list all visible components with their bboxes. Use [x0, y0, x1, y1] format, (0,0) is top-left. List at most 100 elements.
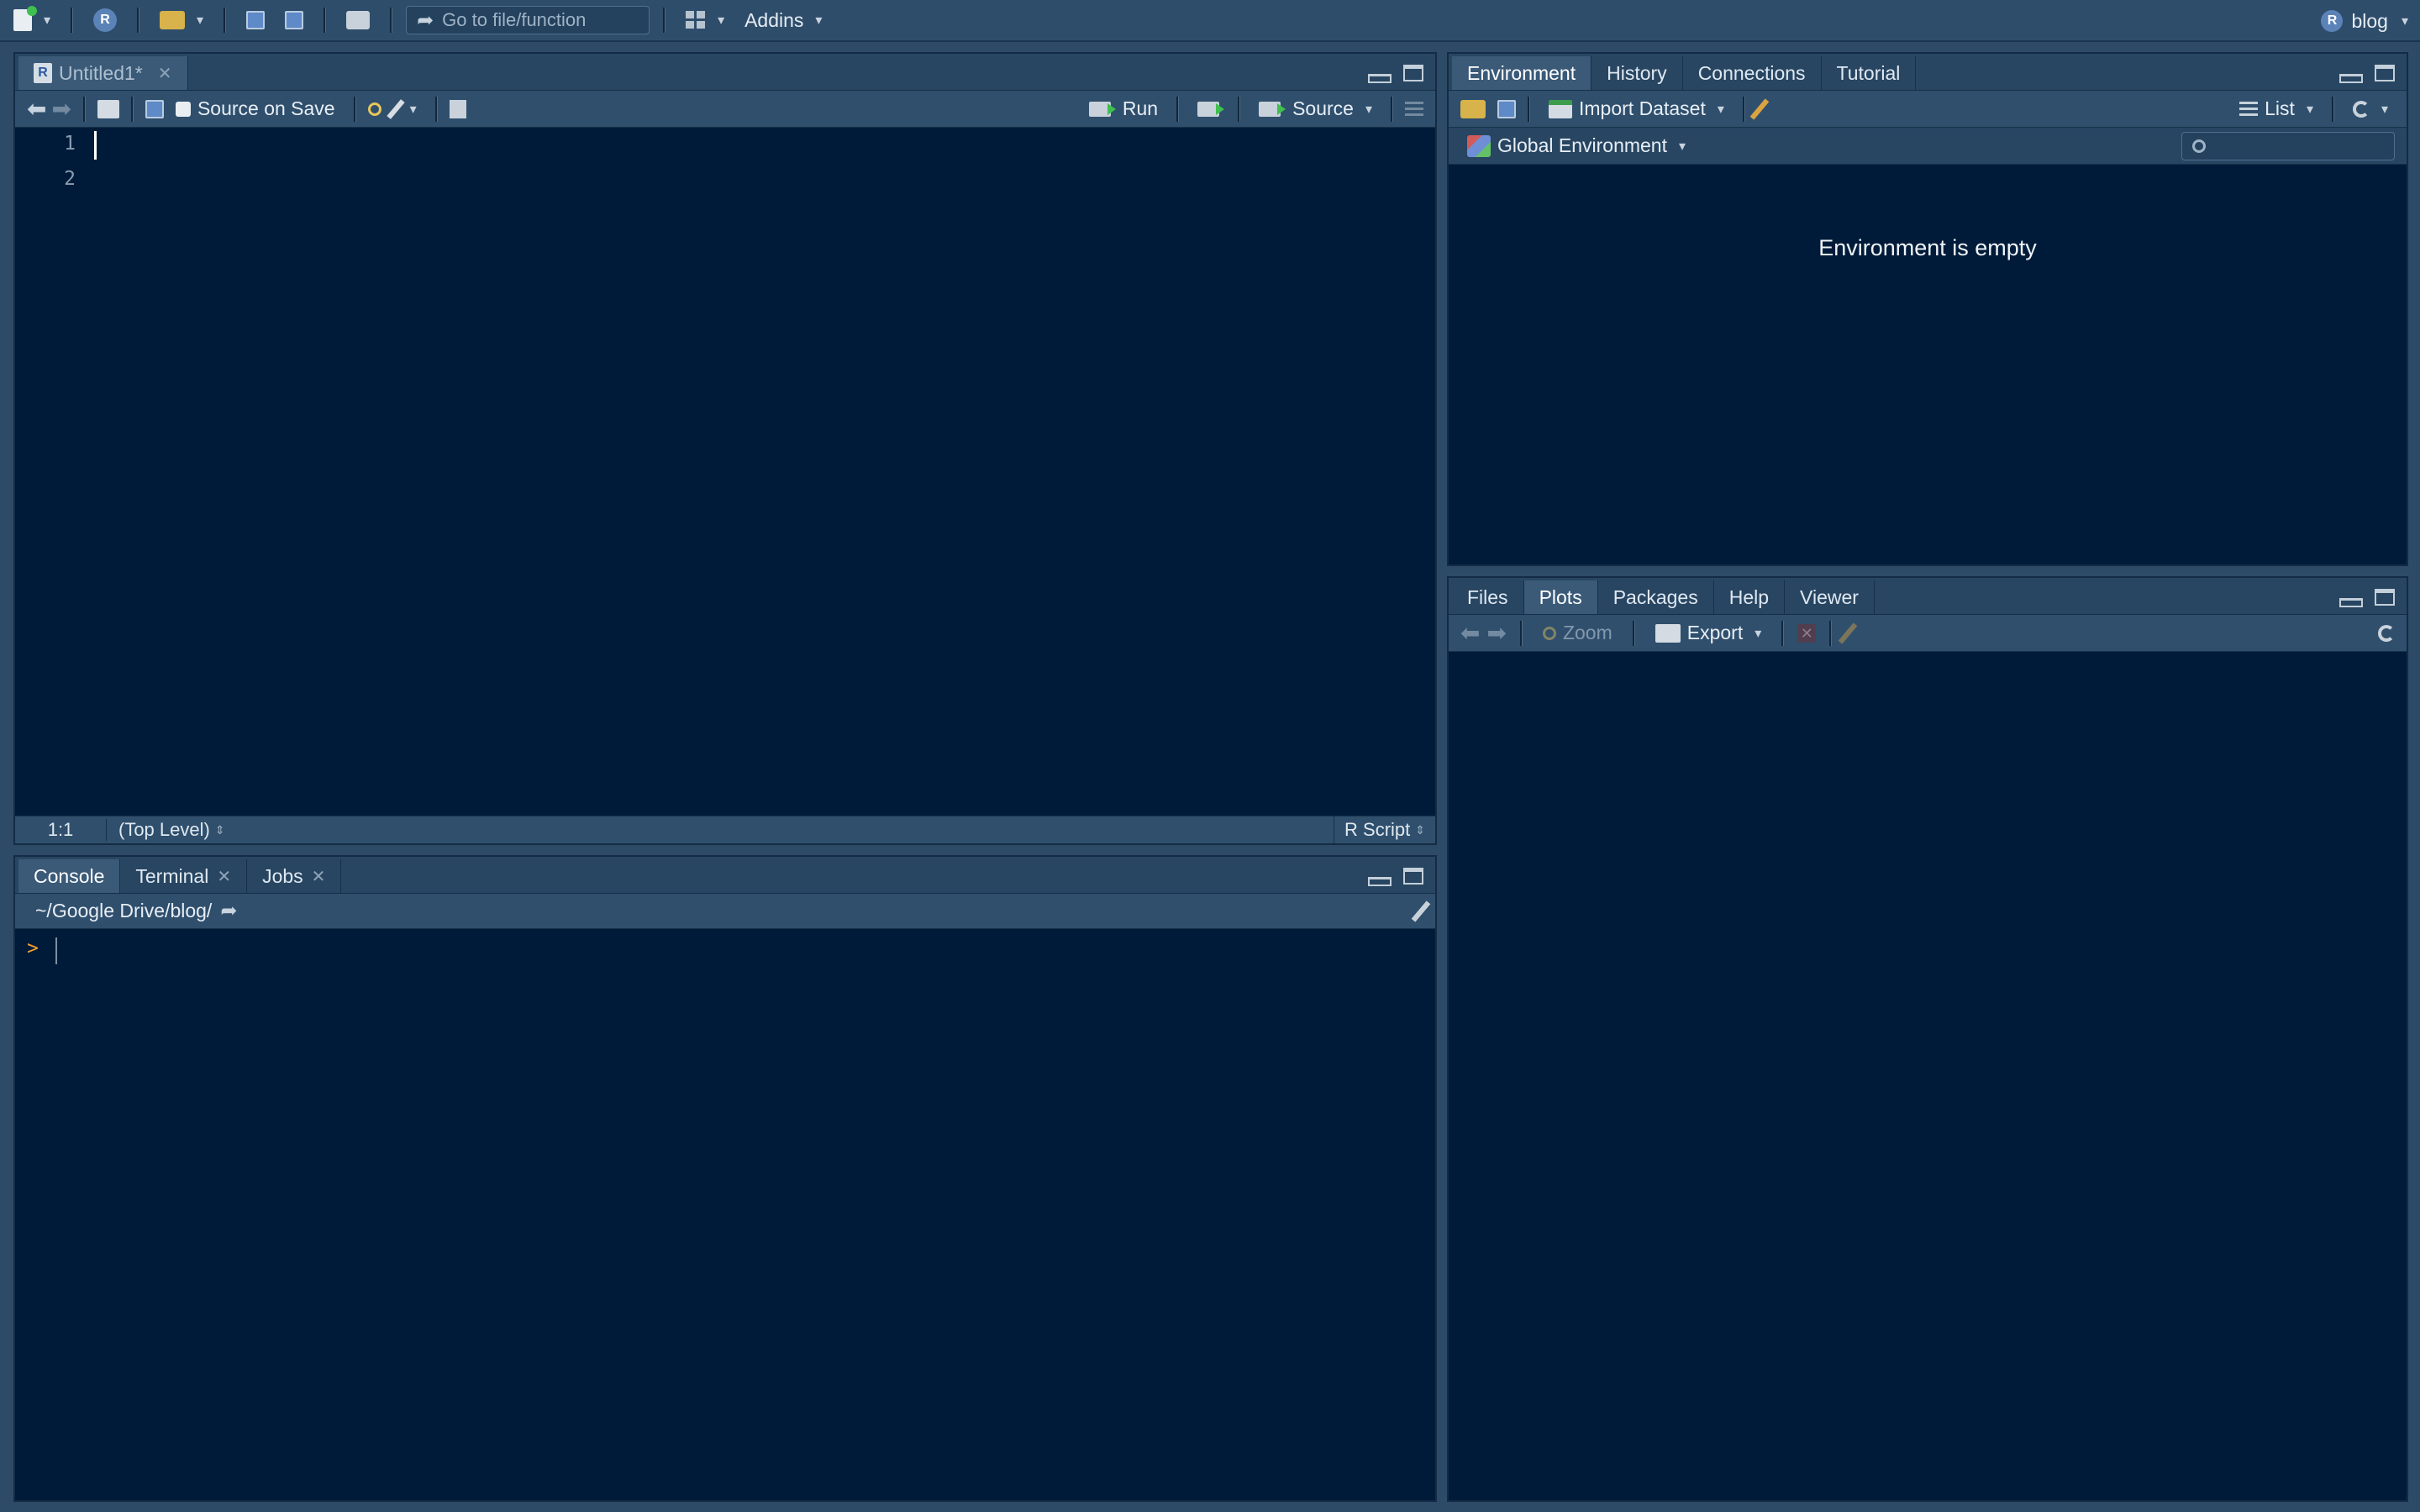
- new-project-button[interactable]: R: [87, 3, 124, 37]
- previous-plot-icon[interactable]: ⬅: [1460, 621, 1480, 645]
- console-window-controls: [1368, 865, 1423, 886]
- toolbar-divider: [130, 96, 134, 122]
- chevron-down-icon: ▾: [815, 13, 823, 28]
- tab-label: Packages: [1612, 585, 1698, 608]
- source-on-save-label: Source on Save: [197, 97, 335, 119]
- chevron-down-icon: ▾: [1717, 102, 1724, 117]
- clear-workspace-icon[interactable]: [1749, 97, 1770, 120]
- tab-label: Jobs: [262, 864, 303, 887]
- source-on-save-checkbox[interactable]: Source on Save: [169, 92, 342, 126]
- print-button[interactable]: [339, 3, 376, 37]
- magic-wand-icon: [386, 98, 405, 119]
- open-file-button[interactable]: ▾: [153, 3, 210, 37]
- source-toolbar: ⬅ ➡ Source on Save ▾ Run Source ▾: [15, 91, 1435, 128]
- console-output[interactable]: >: [15, 929, 1435, 1500]
- maximize-icon[interactable]: [2375, 64, 2395, 81]
- tab-console[interactable]: Console: [18, 859, 121, 893]
- export-button[interactable]: Export ▾: [1649, 617, 1769, 650]
- tab-history[interactable]: History: [1591, 56, 1683, 90]
- scope-selector[interactable]: (Top Level) ⇕: [107, 819, 225, 841]
- toolbar-divider: [434, 96, 438, 122]
- code-editor[interactable]: 1 2: [15, 128, 1435, 816]
- rerun-button[interactable]: [1191, 92, 1226, 126]
- refresh-env-button[interactable]: ▾: [2346, 92, 2395, 126]
- project-menu[interactable]: R blog ▾: [2321, 7, 2408, 35]
- addins-menu[interactable]: Addins ▾: [738, 3, 829, 37]
- close-icon[interactable]: ✕: [312, 866, 326, 887]
- load-workspace-icon[interactable]: [1460, 99, 1486, 118]
- run-button[interactable]: Run: [1082, 92, 1165, 126]
- close-icon[interactable]: ✕: [158, 63, 172, 84]
- clear-plots-icon[interactable]: [1838, 622, 1858, 644]
- line-number: 2: [64, 168, 76, 190]
- chevron-down-icon: ▾: [1679, 139, 1686, 154]
- environment-toolbar: Import Dataset ▾ List ▾ ▾: [1449, 91, 2407, 128]
- tab-plots[interactable]: Plots: [1523, 580, 1598, 614]
- chevron-down-icon: ▾: [1754, 626, 1762, 641]
- export-icon: [1655, 623, 1681, 643]
- go-to-directory-icon[interactable]: ➦: [220, 899, 237, 923]
- refresh-icon[interactable]: [2378, 624, 2395, 642]
- tab-label: History: [1607, 61, 1667, 84]
- save-icon[interactable]: [145, 99, 164, 118]
- view-mode-label: List: [2265, 97, 2295, 119]
- tab-packages[interactable]: Packages: [1598, 580, 1714, 614]
- text-cursor: [94, 131, 97, 160]
- remove-plot-icon[interactable]: ✕: [1797, 623, 1817, 643]
- env-search-input[interactable]: [2181, 131, 2395, 160]
- save-all-button[interactable]: [278, 3, 310, 37]
- zoom-button[interactable]: Zoom: [1536, 617, 1619, 650]
- updown-icon: ⇕: [1415, 822, 1425, 837]
- minimize-icon[interactable]: [1368, 877, 1392, 886]
- maximize-icon[interactable]: [1403, 867, 1423, 885]
- show-in-window-icon[interactable]: [97, 99, 119, 118]
- view-mode-selector[interactable]: List ▾: [2233, 92, 2320, 126]
- new-project-icon: R: [93, 8, 118, 32]
- source-button[interactable]: Source ▾: [1252, 92, 1379, 126]
- toolbar-divider: [1781, 620, 1785, 646]
- tab-viewer[interactable]: Viewer: [1785, 580, 1875, 614]
- import-dataset-button[interactable]: Import Dataset ▾: [1542, 92, 1731, 126]
- goto-file-input[interactable]: ➦ Go to file/function: [406, 6, 650, 34]
- chevron-down-icon: ▾: [2381, 102, 2388, 117]
- source-pane: R Untitled1* ✕ ⬅ ➡ Source on Save ▾ Run …: [13, 52, 1437, 845]
- tab-terminal[interactable]: Terminal ✕: [120, 859, 248, 893]
- toolbar-divider: [1528, 96, 1530, 122]
- toolbar-divider: [1742, 96, 1745, 122]
- clear-console-icon[interactable]: [1411, 900, 1431, 922]
- source-statusbar: 1:1 (Top Level) ⇕ R Script ⇕: [15, 816, 1435, 843]
- tab-untitled1[interactable]: R Untitled1* ✕: [18, 56, 188, 90]
- tab-jobs[interactable]: Jobs ✕: [247, 859, 342, 893]
- filetype-selector[interactable]: R Script ⇕: [1334, 816, 1435, 843]
- minimize-icon[interactable]: [2339, 74, 2363, 83]
- scope-label: (Top Level): [118, 819, 210, 840]
- next-plot-icon[interactable]: ➡: [1486, 621, 1506, 645]
- folder-icon: [160, 11, 186, 29]
- close-icon[interactable]: ✕: [217, 866, 231, 887]
- panes-layout-button[interactable]: ▾: [679, 3, 731, 37]
- search-icon[interactable]: [367, 102, 381, 116]
- code-tools-button[interactable]: ▾: [386, 92, 424, 126]
- tab-files[interactable]: Files: [1452, 580, 1524, 614]
- minimize-icon[interactable]: [2339, 598, 2363, 607]
- tab-label: Viewer: [1800, 585, 1859, 608]
- maximize-icon[interactable]: [1403, 64, 1423, 81]
- updown-icon: ⇕: [214, 822, 225, 837]
- maximize-icon[interactable]: [2375, 588, 2395, 606]
- save-button[interactable]: [239, 3, 271, 37]
- toolbar-divider: [1391, 96, 1393, 122]
- tab-environment[interactable]: Environment: [1452, 56, 1592, 90]
- tab-help[interactable]: Help: [1714, 580, 1786, 614]
- compile-report-icon[interactable]: [449, 99, 466, 118]
- source-window-controls: [1368, 62, 1423, 83]
- toolbar-divider: [2331, 96, 2334, 122]
- outline-icon[interactable]: [1405, 101, 1423, 117]
- global-env-selector[interactable]: Global Environment ▾: [1460, 129, 1692, 163]
- tab-connections[interactable]: Connections: [1683, 56, 1822, 90]
- new-file-button[interactable]: ▾: [7, 3, 57, 37]
- forward-arrow-icon[interactable]: ➡: [51, 97, 71, 121]
- minimize-icon[interactable]: [1368, 74, 1392, 83]
- tab-tutorial[interactable]: Tutorial: [1822, 56, 1917, 90]
- save-workspace-icon[interactable]: [1497, 99, 1516, 118]
- back-arrow-icon[interactable]: ⬅: [27, 97, 46, 121]
